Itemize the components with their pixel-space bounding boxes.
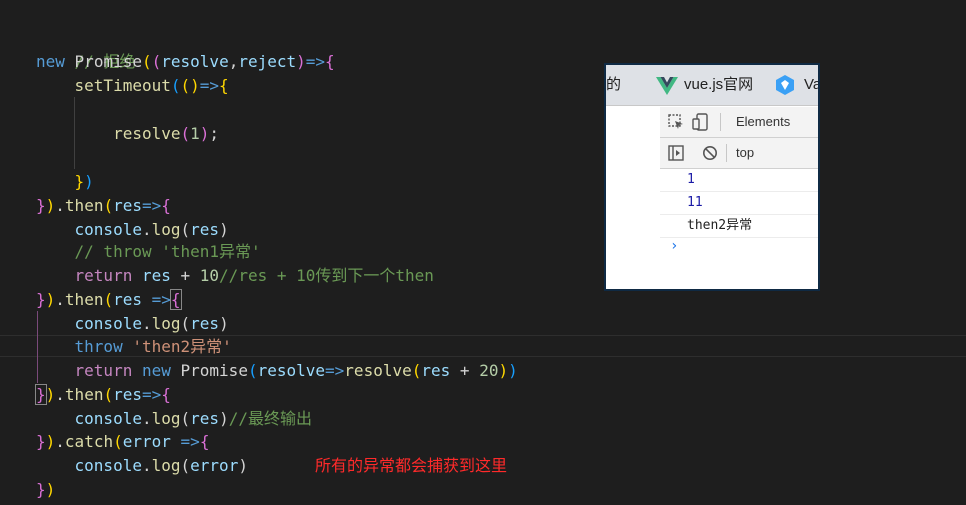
code-line: // throw 'then1异常'	[74, 242, 261, 261]
app-logo-icon	[776, 75, 794, 95]
console-toolbar: top	[660, 138, 818, 169]
code-line: setTimeout(()=>{	[74, 76, 229, 95]
elements-tab[interactable]: Elements	[736, 114, 790, 129]
code-line: })	[74, 172, 94, 191]
tab-va[interactable]: Va	[804, 75, 818, 95]
console-log-row: 1	[660, 169, 818, 192]
code-line: new Promise((resolve,reject)=>{	[36, 52, 335, 71]
code-line: }).then(res =>{	[36, 289, 182, 310]
clear-console-icon[interactable]	[702, 145, 718, 161]
code-line: // 拒绝	[74, 52, 136, 71]
inspect-icon[interactable]	[668, 114, 684, 130]
devtools-main-toolbar: Elements	[660, 107, 818, 138]
devtools-screenshot: 的 vue.js官网 Va Elements top 1 11 then2异常 …	[604, 63, 820, 291]
show-sidebar-icon[interactable]	[668, 145, 684, 161]
code-line: })	[36, 480, 56, 499]
code-line: }).then(res=>{	[36, 196, 171, 215]
console-log-text: 11	[687, 195, 703, 210]
code-line: return new Promise(resolve=>resolve(res …	[74, 361, 518, 380]
code-editor[interactable]: // 拒绝 new Promise((resolve,reject)=>{ se…	[0, 0, 966, 505]
code-line: console.log(res)	[74, 314, 229, 333]
code-line: throw 'then2异常'	[74, 337, 232, 356]
console-prompt[interactable]: ›	[670, 238, 678, 254]
page-area	[606, 106, 660, 289]
context-selector[interactable]: top	[736, 145, 754, 160]
code-line: console.log(error)	[74, 456, 248, 475]
toolbar-divider	[720, 113, 721, 131]
vue-logo-icon	[656, 77, 678, 95]
tab-vue[interactable]: vue.js官网	[684, 75, 753, 95]
code-line: resolve(1);	[113, 124, 220, 143]
tab-partial-left[interactable]: 的	[606, 75, 621, 95]
console-log-text: 1	[687, 172, 695, 187]
console-log-row: 11	[660, 192, 818, 215]
code-line: }).then(res=>{	[35, 384, 171, 405]
console-log-row: then2异常	[660, 215, 818, 238]
code-line: return res + 10//res + 10传到下一个then	[74, 266, 434, 285]
code-line: console.log(res)//最终输出	[74, 409, 312, 428]
device-toolbar-icon[interactable]	[692, 113, 710, 131]
code-line: console.log(res)	[74, 220, 229, 239]
console-log-text: then2异常	[687, 218, 753, 233]
toolbar-divider	[726, 144, 727, 162]
code-line: }).catch(error =>{	[36, 432, 210, 451]
browser-tab-bar: 的 vue.js官网 Va	[606, 65, 818, 106]
annotation-text: 所有的异常都会捕获到这里	[315, 456, 508, 475]
